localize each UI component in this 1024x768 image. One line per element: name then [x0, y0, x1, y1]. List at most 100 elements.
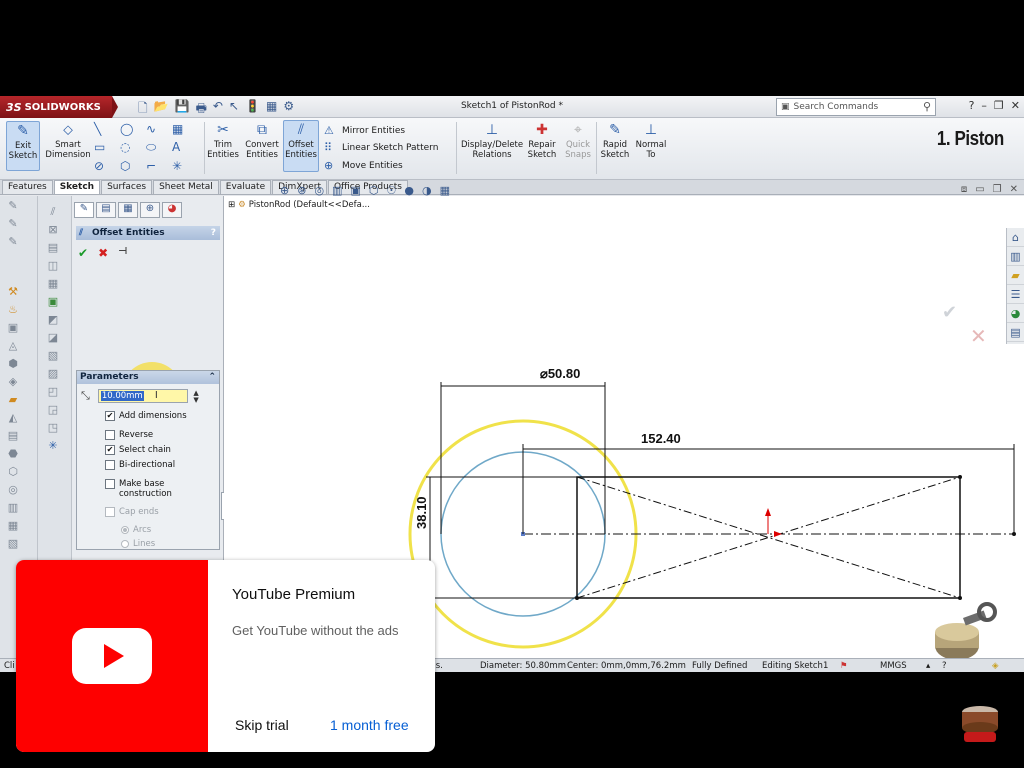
- sketch-tool-icon[interactable]: ◲: [46, 404, 60, 416]
- polygon-icon[interactable]: ⬡: [120, 159, 146, 173]
- sketch-tool-icon[interactable]: ◪: [46, 332, 60, 344]
- tab-evaluate[interactable]: Evaluate: [219, 180, 272, 194]
- appearances-icon[interactable]: ◕: [1007, 304, 1024, 323]
- radio-button[interactable]: [121, 540, 129, 548]
- sketch-tool-icon[interactable]: ✳: [46, 440, 60, 452]
- viewport-restore-icon[interactable]: ❐: [993, 184, 1002, 195]
- rebuild-status-icon[interactable]: ⚑: [840, 661, 848, 671]
- feature-tree-tab-icon[interactable]: ▤: [96, 202, 116, 218]
- display-style-icon[interactable]: ⬡: [369, 184, 379, 197]
- circle-icon[interactable]: ◯: [120, 122, 146, 136]
- move-entities-button[interactable]: ⊕ Move Entities: [324, 159, 403, 172]
- sketch-tool-icon[interactable]: ◰: [46, 386, 60, 398]
- radio-button[interactable]: [121, 526, 129, 534]
- parameters-header[interactable]: Parameters ⌃: [77, 371, 219, 384]
- sketch-tool-icon[interactable]: ▤: [46, 242, 60, 254]
- sketch-tool-icon[interactable]: ▧: [46, 350, 60, 362]
- sketch-tool-icon[interactable]: ▤: [6, 430, 20, 442]
- ellipse-icon[interactable]: ⬭: [146, 140, 172, 155]
- sketch-tool-icon[interactable]: ⊠: [46, 224, 60, 236]
- offset-distance-input[interactable]: 10.00mm I ▲ ▼: [97, 389, 199, 404]
- pushpin-icon[interactable]: ⊣: [118, 246, 127, 260]
- normal-to-button[interactable]: ⊥ Normal To: [634, 121, 668, 171]
- sketch-tool-icon[interactable]: ▰: [6, 394, 20, 406]
- status-units[interactable]: MMGS: [880, 661, 907, 671]
- design-library-icon[interactable]: ▥: [1007, 247, 1024, 266]
- tab-features[interactable]: Features: [2, 180, 53, 194]
- viewport-minimize-icon[interactable]: ▭: [975, 184, 984, 195]
- sketch-tool-icon[interactable]: ⬡: [6, 466, 20, 478]
- previous-view-icon[interactable]: ◎: [314, 184, 324, 197]
- sketch-tool-icon[interactable]: ▧: [6, 538, 20, 550]
- quick-snaps-button[interactable]: ⌖ Quick Snaps: [562, 121, 594, 171]
- help-icon[interactable]: ?: [969, 99, 975, 112]
- configuration-tab-icon[interactable]: ▦: [118, 202, 138, 218]
- sketch-tool-icon[interactable]: ⬢: [6, 358, 20, 370]
- viewport-split-icon[interactable]: ⧈: [961, 184, 967, 195]
- spinner-icon[interactable]: ▲ ▼: [193, 390, 198, 404]
- tab-sheet-metal[interactable]: Sheet Metal: [153, 180, 219, 194]
- viewport-close-icon[interactable]: ✕: [1010, 184, 1018, 195]
- trim-entities-button[interactable]: ✂ Trim Entities: [205, 121, 241, 171]
- sketch-tool-icon[interactable]: ▦: [46, 278, 60, 290]
- tags-icon[interactable]: ◈: [992, 661, 999, 671]
- sketch-tool-icon[interactable]: ▥: [6, 502, 20, 514]
- point-icon[interactable]: ✳: [172, 159, 198, 173]
- rectangle-icon[interactable]: ▭: [94, 140, 120, 155]
- offset-entities-button[interactable]: ⫽ Offset Entities: [283, 120, 319, 172]
- sketch-tool-icon[interactable]: ◈: [6, 376, 20, 388]
- sketch-tool-icon[interactable]: ◳: [46, 422, 60, 434]
- arc-icon[interactable]: ◌: [120, 140, 146, 155]
- file-explorer-icon[interactable]: ▰: [1007, 266, 1024, 285]
- cancel-x-icon[interactable]: ✖: [98, 246, 108, 260]
- appearance-icon[interactable]: ●: [404, 184, 414, 197]
- sketch-tool-icon[interactable]: ◬: [6, 340, 20, 352]
- line-icon[interactable]: ╲: [94, 122, 120, 136]
- scene-icon[interactable]: ◑: [422, 184, 432, 197]
- view-settings-icon[interactable]: ▦: [440, 184, 450, 197]
- option-make-base-construction[interactable]: Make base construction: [105, 479, 183, 499]
- hide-show-icon[interactable]: ☉: [386, 184, 396, 197]
- search-commands[interactable]: ▣ Search Commands ⚲: [776, 98, 936, 116]
- option-reverse[interactable]: Reverse: [105, 430, 153, 440]
- checkbox[interactable]: [105, 430, 115, 440]
- checkbox[interactable]: ✔: [105, 411, 115, 421]
- close-icon[interactable]: ✕: [1011, 99, 1020, 112]
- display-delete-relations-button[interactable]: ⊥ Display/Delete Relations: [460, 121, 524, 171]
- confirm-corner-ok-icon[interactable]: ✔: [942, 302, 957, 323]
- checkbox[interactable]: ✔: [105, 445, 115, 455]
- sketch-tool-icon[interactable]: ▦: [6, 520, 20, 532]
- slot-icon[interactable]: ⊘: [94, 159, 120, 173]
- sketch-tool-icon[interactable]: ✎: [6, 218, 20, 230]
- sketch-tool-icon[interactable]: ✎: [6, 200, 20, 212]
- sketch-tool-icon[interactable]: ⚒: [6, 286, 20, 298]
- option-select-chain[interactable]: ✔ Select chain: [105, 445, 171, 455]
- convert-entities-button[interactable]: ⧉ Convert Entities: [243, 121, 281, 171]
- sketch-tool-icon[interactable]: ◩: [46, 314, 60, 326]
- smart-dimension-button[interactable]: ⬦ Smart Dimension: [44, 121, 92, 171]
- sketch-tool-icon[interactable]: ◭: [6, 412, 20, 424]
- confirm-corner-cancel-icon[interactable]: ✕: [970, 324, 987, 348]
- one-month-free-button[interactable]: 1 month free: [330, 717, 409, 733]
- home-icon[interactable]: ⌂: [1007, 228, 1024, 247]
- restore-icon[interactable]: ❐: [994, 99, 1004, 112]
- repair-sketch-button[interactable]: ✚ Repair Sketch: [526, 121, 558, 171]
- tab-surfaces[interactable]: Surfaces: [101, 180, 153, 194]
- sketch-tool-icon[interactable]: ▣: [6, 322, 20, 334]
- dimxpert-tab-icon[interactable]: ⊕: [140, 202, 160, 218]
- collapse-icon[interactable]: ⌃: [208, 371, 216, 384]
- minimize-icon[interactable]: –: [981, 99, 987, 112]
- help-status-icon[interactable]: ?: [942, 661, 947, 671]
- sketch-tool-icon[interactable]: ▨: [46, 368, 60, 380]
- display-manager-tab-icon[interactable]: ◕: [162, 202, 182, 218]
- checkbox[interactable]: [105, 479, 115, 489]
- zoom-to-fit-icon[interactable]: ⊕: [280, 184, 289, 197]
- option-bi-directional[interactable]: Bi-directional: [105, 460, 175, 470]
- spline-icon[interactable]: ∿: [146, 122, 172, 136]
- tab-sketch[interactable]: Sketch: [53, 180, 101, 194]
- custom-properties-icon[interactable]: ▤: [1007, 323, 1024, 342]
- sketch-tool-icon[interactable]: ⫽: [46, 206, 60, 218]
- text-icon[interactable]: A: [172, 140, 198, 155]
- exit-sketch-button[interactable]: ✎ Exit Sketch: [6, 121, 40, 171]
- units-dropdown-icon[interactable]: ▴: [926, 661, 930, 671]
